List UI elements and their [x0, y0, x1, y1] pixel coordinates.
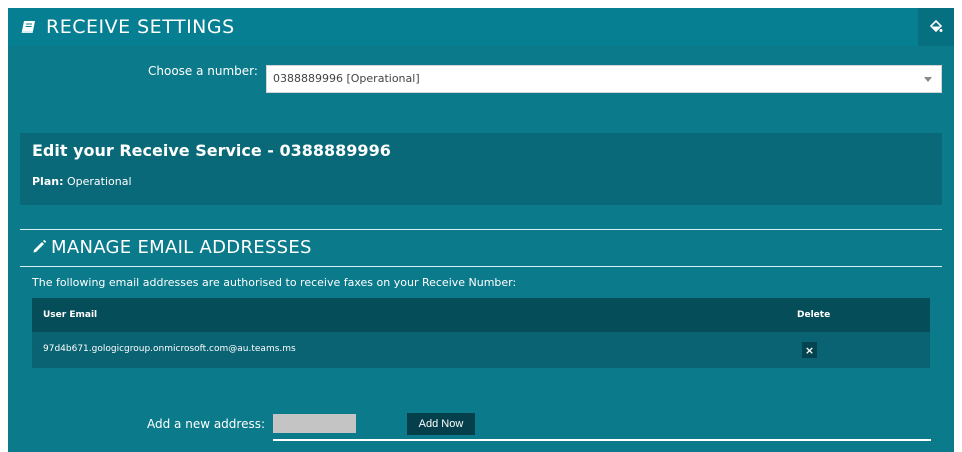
column-header-delete: Delete [797, 310, 831, 320]
add-address-underline [273, 439, 931, 441]
table-row: 97d4b671.gologicgroup.onmicrosoft.com@au… [32, 332, 930, 368]
authorised-description: The following email addresses are author… [32, 276, 517, 289]
edit-service-title: Edit your Receive Service - 0388889996 [32, 141, 391, 160]
manage-emails-title: MANAGE EMAIL ADDRESSES [51, 237, 312, 258]
plan-label: Plan: [32, 175, 64, 188]
section-divider-top [20, 229, 942, 230]
plan-info: Plan: Operational [32, 175, 132, 188]
page-title: RECEIVE SETTINGS [46, 16, 235, 38]
table-header: User Email Delete [32, 298, 930, 332]
close-icon: × [804, 343, 815, 357]
panel-header: RECEIVE SETTINGS [8, 8, 954, 46]
new-email-input[interactable] [273, 414, 356, 433]
chevron-down-icon [924, 77, 932, 82]
email-cell: 97d4b671.gologicgroup.onmicrosoft.com@au… [43, 344, 296, 354]
column-header-email: User Email [43, 310, 98, 320]
edit-service-box: Edit your Receive Service - 0388889996 P… [20, 133, 942, 205]
paint-bucket-icon [929, 20, 943, 33]
plan-value: Operational [67, 175, 132, 188]
choose-number-label: Choose a number: [148, 64, 258, 78]
number-select[interactable]: 0388889996 [Operational] [266, 65, 942, 93]
section-divider-bottom [20, 266, 942, 267]
delete-email-button[interactable]: × [802, 342, 817, 358]
receive-settings-panel: RECEIVE SETTINGS Choose a number: 038888… [8, 8, 954, 452]
email-table: User Email Delete 97d4b671.gologicgroup.… [32, 298, 930, 368]
add-address-label: Add a new address: [147, 417, 266, 431]
book-icon [21, 21, 35, 33]
number-select-value: 0388889996 [Operational] [273, 72, 420, 85]
pencil-icon [33, 239, 47, 253]
add-now-button[interactable]: Add Now [407, 413, 475, 435]
theme-toggle-button[interactable] [918, 8, 954, 46]
